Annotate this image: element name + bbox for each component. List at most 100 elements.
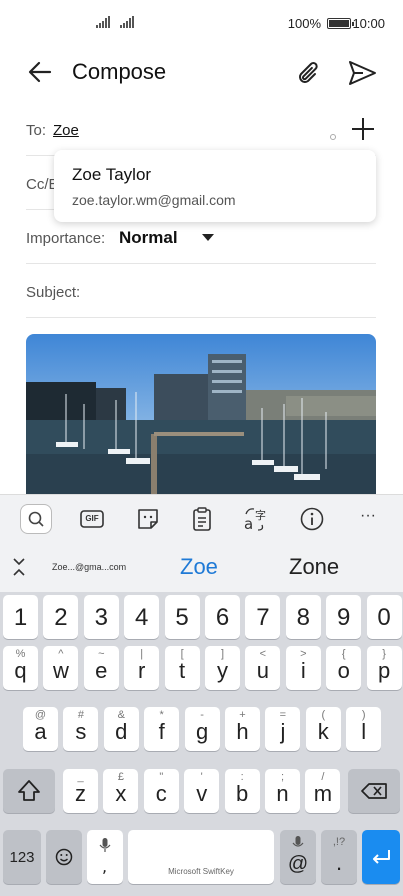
key-label: 0	[377, 604, 391, 631]
key-j[interactable]: = j	[265, 707, 301, 751]
key-d[interactable]: & d	[103, 707, 139, 751]
key-r[interactable]: | r	[124, 646, 160, 690]
svg-text:字: 字	[255, 508, 266, 522]
key-4[interactable]: 4	[124, 595, 160, 639]
compose-header: Compose	[0, 48, 403, 98]
key-i[interactable]: > i	[285, 646, 321, 690]
keyboard-search-button[interactable]	[20, 504, 52, 534]
key-2[interactable]: 2	[43, 595, 79, 639]
key-3[interactable]: 3	[83, 595, 119, 639]
add-recipient-icon[interactable]	[350, 116, 376, 142]
key-8[interactable]: 8	[285, 595, 321, 639]
cursor-handle[interactable]	[330, 134, 336, 140]
key-t[interactable]: [t	[164, 646, 200, 690]
comma-voice-key[interactable]: ,	[87, 830, 123, 884]
shift-key[interactable]	[3, 769, 55, 813]
prediction-bar: Zoe...@gma...com Zoe Zone	[0, 542, 403, 592]
key-label: p	[377, 658, 391, 683]
importance-value[interactable]: Normal	[119, 228, 178, 248]
key-label: r	[138, 658, 146, 683]
key-label: h	[236, 719, 249, 744]
at-key[interactable]: @	[280, 830, 316, 884]
key-label: l	[361, 719, 367, 744]
numbers-toggle-key[interactable]: 123	[3, 830, 41, 884]
enter-icon	[373, 850, 390, 864]
contact-suggestion[interactable]: Zoe Taylor zoe.taylor.wm@gmail.com	[54, 150, 376, 222]
dropdown-caret-icon[interactable]	[202, 234, 214, 241]
key-y[interactable]: ] y	[205, 646, 240, 690]
key-6[interactable]: 6	[205, 595, 240, 639]
paperclip-icon[interactable]	[293, 57, 325, 89]
key-m[interactable]: / m	[305, 769, 341, 813]
prediction-email[interactable]: Zoe...@gma...com	[52, 562, 126, 572]
emoji-icon	[55, 848, 73, 866]
space-label: Microsoft SwiftKey	[168, 867, 234, 876]
key-b[interactable]: :b	[224, 769, 260, 813]
key-label: w	[52, 658, 69, 683]
page-title: Compose	[72, 59, 167, 84]
key-k[interactable]: (k	[305, 707, 341, 751]
key-0[interactable]: 0	[366, 595, 402, 639]
subject-field[interactable]: Subject:	[26, 264, 376, 318]
prediction-primary[interactable]: Zoe	[180, 554, 218, 580]
key-label: 4	[135, 604, 149, 631]
key-label: 7	[256, 604, 270, 631]
key-v[interactable]: ' v	[184, 769, 220, 813]
key-w[interactable]: ^ w	[43, 646, 79, 690]
key-label: 6	[215, 604, 230, 631]
collapse-chevron-icon[interactable]	[12, 556, 26, 578]
key-u[interactable]: < u	[245, 646, 281, 690]
key-p[interactable]: } p	[366, 646, 402, 690]
prediction-secondary[interactable]: Zone	[289, 554, 339, 580]
info-icon[interactable]	[298, 505, 326, 533]
backspace-icon	[361, 783, 387, 799]
microphone-hint-icon	[292, 836, 304, 847]
key-h[interactable]: + h	[225, 707, 260, 751]
key-7[interactable]: 7	[245, 595, 281, 639]
period-key[interactable]: ,!?.	[321, 830, 357, 884]
key-label: 5	[175, 604, 189, 631]
key-f[interactable]: * f	[144, 707, 180, 751]
back-arrow-icon[interactable]	[26, 58, 54, 86]
status-bar: 100% 10:00	[0, 0, 403, 48]
enter-key[interactable]	[362, 830, 400, 884]
key-n[interactable]: ; n	[265, 769, 300, 813]
key-label: k	[317, 719, 329, 744]
key-label: c	[155, 781, 167, 806]
space-key[interactable]: Microsoft SwiftKey	[128, 830, 274, 884]
clock: 10:00	[352, 16, 385, 31]
key-z[interactable]: _ z	[63, 769, 98, 813]
key-9[interactable]: 9	[326, 595, 362, 639]
key-l[interactable]: ) l	[346, 707, 382, 751]
key-s[interactable]: # s	[63, 707, 99, 751]
key-label: e	[95, 658, 108, 683]
suggestion-email: zoe.taylor.wm@gmail.com	[72, 192, 236, 208]
key-e[interactable]: ~ e	[83, 646, 119, 690]
importance-label: Importance:	[26, 230, 106, 247]
key-1[interactable]: 1	[3, 595, 38, 639]
key-label: 2	[54, 604, 68, 631]
key-o[interactable]: {o	[326, 646, 362, 690]
more-options-button[interactable]: ···	[354, 507, 382, 535]
key-q[interactable]: % q	[3, 646, 38, 690]
backspace-key[interactable]	[348, 769, 400, 813]
key-label: d	[115, 719, 128, 744]
svg-text:a: a	[244, 515, 253, 533]
sticker-icon[interactable]	[134, 505, 162, 533]
emoji-key[interactable]	[46, 830, 82, 884]
key-label: x	[115, 781, 127, 806]
send-icon[interactable]	[346, 58, 378, 88]
gif-button[interactable]: GIF	[78, 505, 106, 533]
key-label: b	[235, 781, 249, 806]
to-input[interactable]: Zoe	[53, 122, 79, 139]
key-a[interactable]: @ a	[23, 707, 58, 751]
translate-icon[interactable]: a 字	[242, 505, 270, 533]
key-label: 123	[9, 849, 35, 866]
key-label: q	[14, 658, 27, 683]
to-field[interactable]: To: Zoe	[26, 104, 376, 156]
key-c[interactable]: " c	[143, 769, 179, 813]
key-5[interactable]: 5	[164, 595, 200, 639]
key-x[interactable]: £ x	[103, 769, 139, 813]
clipboard-icon[interactable]	[188, 505, 216, 533]
key-g[interactable]: -g	[184, 707, 220, 751]
